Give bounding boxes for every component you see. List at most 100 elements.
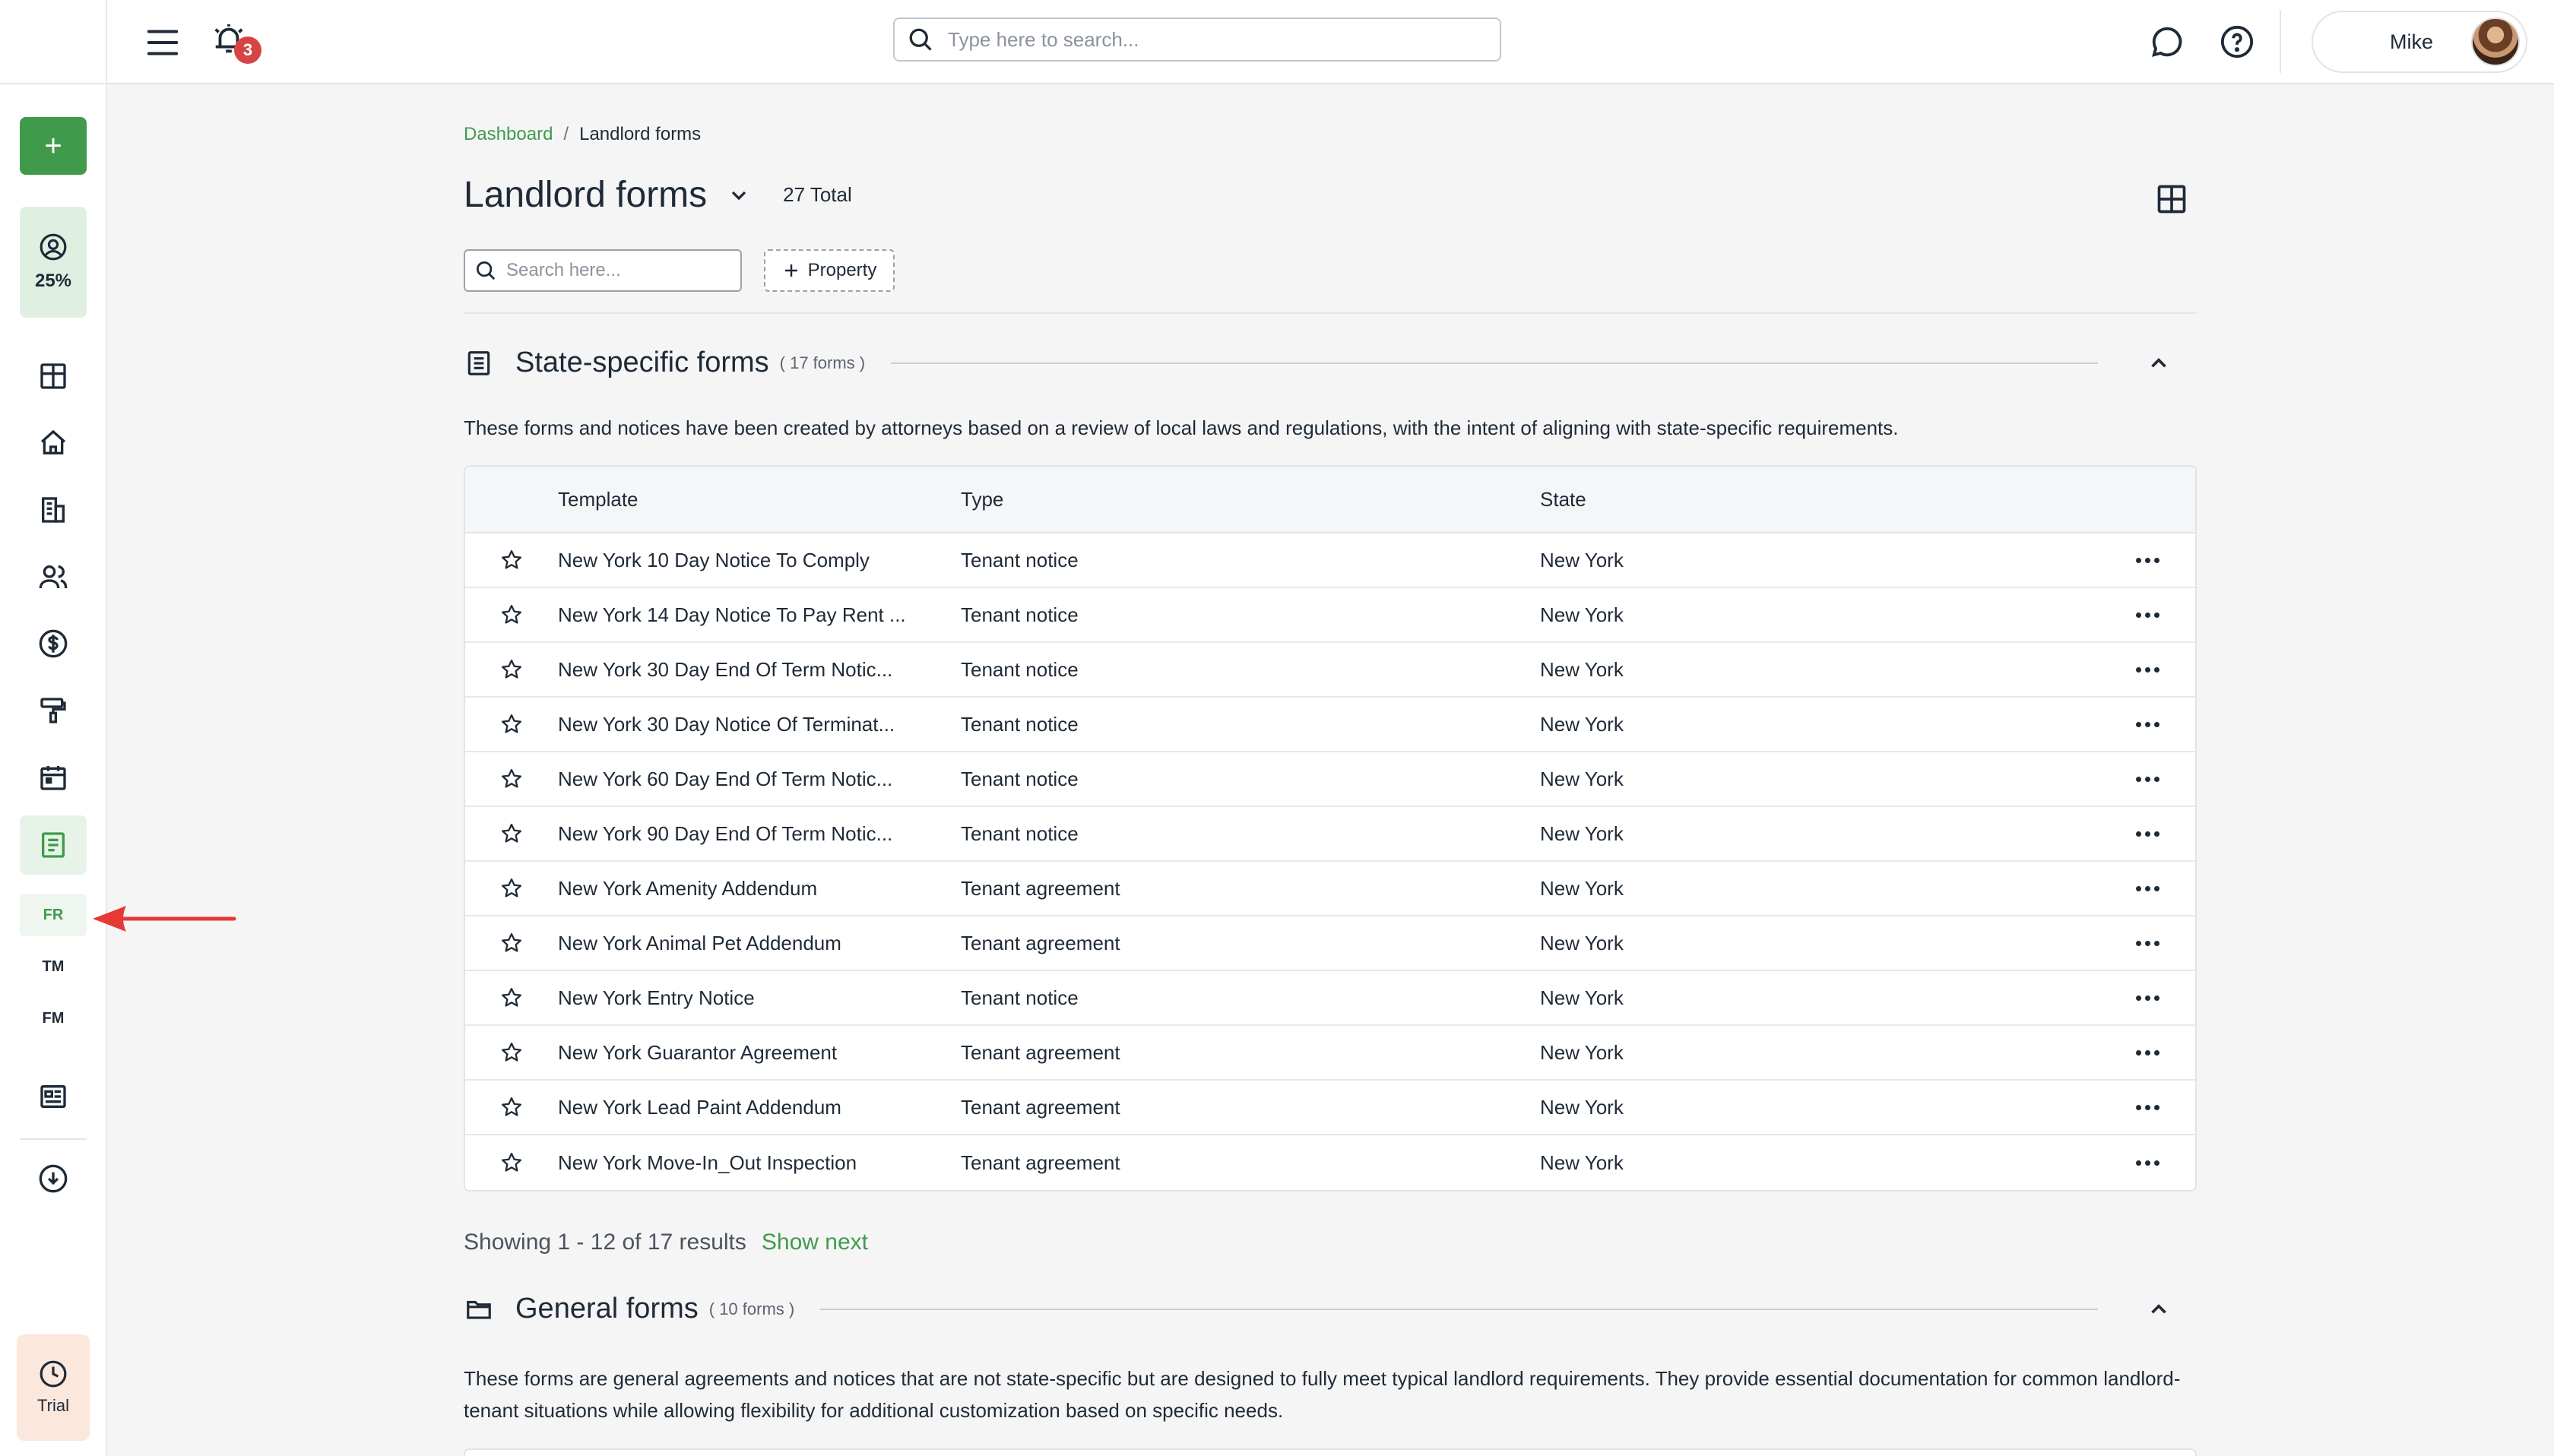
sidebar-subitem-fm[interactable]: FM — [20, 997, 87, 1040]
row-actions-button[interactable] — [2072, 885, 2194, 891]
sidebar-item-reports[interactable] — [30, 1074, 76, 1119]
table-row[interactable]: New York Guarantor Agreement Tenant agree… — [465, 1026, 2195, 1081]
home-icon — [40, 429, 66, 454]
template-cell[interactable]: New York 30 Day Notice Of Terminat... — [558, 713, 961, 736]
favorite-star-button[interactable] — [465, 603, 558, 626]
table-row[interactable]: New York 10 Day Notice To Comply Tenant n… — [465, 533, 2195, 588]
template-cell[interactable]: New York Guarantor Agreement — [558, 1041, 961, 1065]
sidebar-subitem-tm[interactable]: TM — [20, 945, 87, 988]
type-cell: Tenant notice — [961, 548, 1079, 571]
favorite-star-button[interactable] — [465, 932, 558, 954]
sidebar-subitem-fr[interactable]: FR — [20, 894, 87, 936]
global-search[interactable] — [893, 17, 1501, 62]
messages-button[interactable] — [2144, 19, 2190, 65]
general-forms-collapse-button[interactable] — [2144, 1294, 2174, 1325]
row-actions-button[interactable] — [2072, 612, 2194, 618]
help-button[interactable] — [2214, 19, 2260, 65]
forms-search[interactable] — [464, 249, 742, 292]
sidebar-item-leases[interactable] — [30, 487, 76, 533]
notification-badge: 3 — [234, 36, 261, 64]
favorite-star-button[interactable] — [465, 877, 558, 900]
table-row[interactable]: New York Lead Paint Addendum Tenant agree… — [465, 1081, 2195, 1135]
template-cell[interactable]: New York Animal Pet Addendum — [558, 932, 961, 955]
favorite-star-button[interactable] — [465, 713, 558, 736]
type-cell: Tenant notice — [961, 712, 1079, 736]
template-cell[interactable]: New York 14 Day Notice To Pay Rent ... — [558, 603, 961, 627]
row-actions-button[interactable] — [2072, 776, 2194, 782]
show-next-link[interactable]: Show next — [762, 1230, 868, 1255]
column-header-type[interactable]: Type — [961, 488, 1540, 511]
section-divider — [820, 1308, 2098, 1310]
sidebar-item-forms[interactable] — [30, 822, 76, 868]
menu-button[interactable] — [141, 21, 184, 64]
row-actions-button[interactable] — [2072, 1049, 2194, 1056]
add-new-button[interactable]: + — [20, 117, 87, 175]
sidebar-item-people[interactable] — [30, 554, 76, 600]
template-cell[interactable]: New York 10 Day Notice To Comply — [558, 549, 961, 572]
row-actions-button[interactable] — [2072, 721, 2194, 727]
favorite-star-button[interactable] — [465, 768, 558, 790]
template-cell[interactable]: New York Entry Notice — [558, 986, 961, 1010]
table-row[interactable]: New York Entry Notice Tenant notice New Yo… — [465, 971, 2195, 1026]
property-filter-button[interactable]: Property — [764, 249, 895, 292]
table-row[interactable]: New York Animal Pet Addendum Tenant agree… — [465, 916, 2195, 971]
newspaper-icon — [40, 1085, 66, 1108]
favorite-star-button[interactable] — [465, 1096, 558, 1119]
breadcrumb-dashboard-link[interactable]: Dashboard — [464, 124, 553, 145]
user-menu[interactable]: Mike — [2312, 11, 2527, 73]
table-row[interactable]: New York 14 Day Notice To Pay Rent ... Te… — [465, 588, 2195, 643]
favorite-star-button[interactable] — [465, 1041, 558, 1064]
state-cell: New York — [1540, 712, 1624, 736]
template-cell[interactable]: New York 60 Day End Of Term Notic... — [558, 768, 961, 791]
favorite-star-button[interactable] — [465, 986, 558, 1009]
sidebar-item-properties[interactable] — [30, 420, 76, 466]
row-actions-button[interactable] — [2072, 666, 2194, 673]
column-header-template[interactable]: Template — [558, 488, 961, 511]
forms-search-input[interactable] — [506, 260, 734, 281]
dollar-circle-icon — [39, 629, 68, 658]
type-cell: Tenant agreement — [961, 1040, 1120, 1064]
state-cell: New York — [1540, 657, 1624, 681]
trial-button[interactable]: Trial — [17, 1334, 90, 1441]
row-actions-button[interactable] — [2072, 995, 2194, 1001]
table-row[interactable]: New York 90 Day End Of Term Notic... Tena… — [465, 807, 2195, 862]
table-row[interactable]: New York Amenity Addendum Tenant agreemen… — [465, 862, 2195, 916]
state-cell: New York — [1540, 1095, 1624, 1119]
favorite-star-button[interactable] — [465, 658, 558, 681]
row-actions-button[interactable] — [2072, 940, 2194, 946]
global-search-input[interactable] — [948, 27, 1465, 52]
sidebar-item-maintenance[interactable] — [30, 688, 76, 733]
sidebar-item-accounting[interactable] — [30, 621, 76, 666]
user-name: Mike — [2389, 30, 2433, 53]
state-cell: New York — [1540, 603, 1624, 626]
template-cell[interactable]: New York 90 Day End Of Term Notic... — [558, 822, 961, 846]
template-cell[interactable]: New York 30 Day End Of Term Notic... — [558, 658, 961, 682]
favorite-star-button[interactable] — [465, 549, 558, 571]
more-horizontal-icon — [2136, 612, 2159, 618]
column-header-state[interactable]: State — [1540, 488, 2072, 511]
table-row[interactable]: New York 60 Day End Of Term Notic... Tena… — [465, 752, 2195, 807]
onboarding-progress[interactable]: 25% — [20, 207, 87, 318]
row-actions-button[interactable] — [2072, 831, 2194, 837]
table-row[interactable]: New York Move-In_Out Inspection Tenant ag… — [465, 1135, 2195, 1190]
progress-label: 25% — [34, 271, 72, 291]
sidebar-item-dashboard[interactable] — [30, 353, 76, 399]
template-cell[interactable]: New York Amenity Addendum — [558, 877, 961, 901]
document-icon — [42, 832, 65, 858]
template-cell[interactable]: New York Move-In_Out Inspection — [558, 1151, 961, 1175]
row-actions-button[interactable] — [2072, 1104, 2194, 1110]
title-dropdown-button[interactable] — [727, 182, 753, 208]
sidebar-item-calendar[interactable] — [30, 755, 76, 800]
row-actions-button[interactable] — [2072, 1160, 2194, 1166]
results-summary: Showing 1 - 12 of 17 results — [464, 1230, 746, 1255]
table-row[interactable]: New York 30 Day Notice Of Terminat... Ten… — [465, 698, 2195, 752]
template-cell[interactable]: New York Lead Paint Addendum — [558, 1096, 961, 1119]
sidebar-item-download[interactable] — [30, 1156, 76, 1201]
row-actions-button[interactable] — [2072, 557, 2194, 563]
grid-view-toggle[interactable] — [2153, 180, 2191, 218]
state-forms-collapse-button[interactable] — [2144, 348, 2174, 378]
favorite-star-button[interactable] — [465, 1151, 558, 1174]
table-row[interactable]: New York 30 Day End Of Term Notic... Tena… — [465, 643, 2195, 698]
pagination: Showing 1 - 12 of 17 results Show next — [464, 1230, 868, 1255]
favorite-star-button[interactable] — [465, 822, 558, 845]
